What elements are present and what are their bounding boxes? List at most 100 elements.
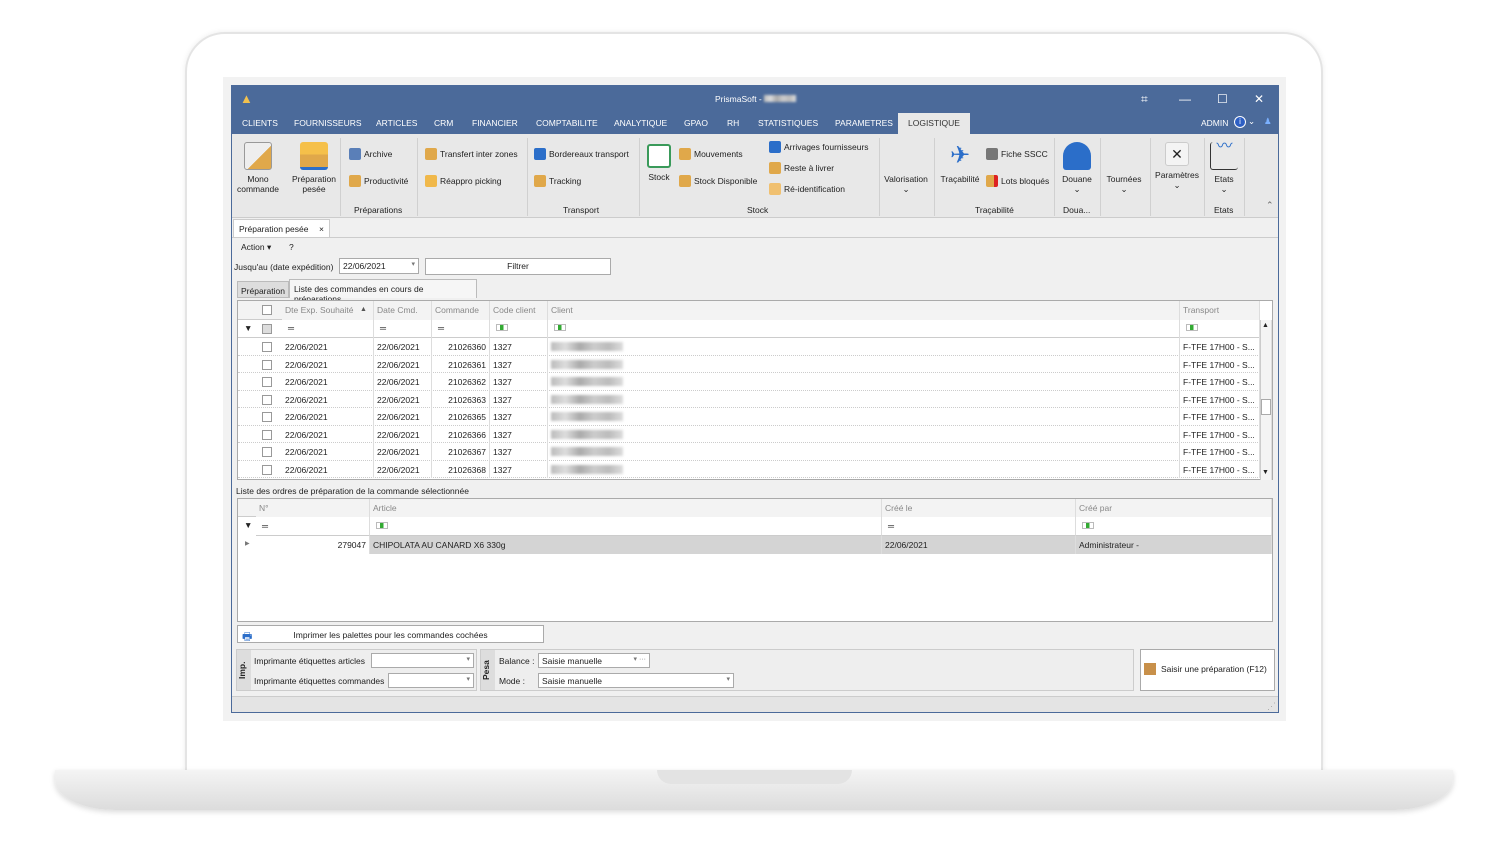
- info-icon[interactable]: i: [1234, 116, 1246, 128]
- parametres-dropdown[interactable]: ✕ Paramètres ⌄: [1152, 142, 1202, 190]
- menu-analytique[interactable]: ANALYTIQUE: [614, 118, 667, 128]
- printer-commandes-select[interactable]: ▾: [388, 673, 474, 688]
- filter-button[interactable]: Filtrer: [425, 258, 611, 275]
- mouvements-button[interactable]: Mouvements: [679, 148, 743, 160]
- filter-cell[interactable]: ═: [374, 320, 432, 338]
- reste-a-livrer-button[interactable]: Reste à livrer: [769, 162, 834, 174]
- column-header[interactable]: Client: [548, 301, 1180, 320]
- arrivages-button[interactable]: Arrivages fournisseurs: [769, 141, 869, 153]
- reappro-button[interactable]: Réappro picking: [425, 175, 501, 187]
- tab-liste-commandes[interactable]: Liste des commandes en cours de préparat…: [289, 279, 477, 304]
- row-checkbox[interactable]: [262, 447, 272, 457]
- menu-financier[interactable]: FINANCIER: [472, 118, 518, 128]
- filter-cell[interactable]: ═: [432, 320, 490, 338]
- menu-rh[interactable]: RH: [727, 118, 739, 128]
- column-header[interactable]: Date Cmd.: [374, 301, 432, 320]
- column-header[interactable]: Commande: [432, 301, 490, 320]
- maximize-button[interactable]: ☐: [1217, 92, 1228, 106]
- menu-fournisseurs[interactable]: FOURNISSEURS: [294, 118, 362, 128]
- fiche-sscc-button[interactable]: Fiche SSCC: [986, 148, 1048, 160]
- user-name[interactable]: ADMIN: [1201, 118, 1228, 128]
- arrivals-icon: [769, 141, 781, 153]
- column-header[interactable]: Créé le: [882, 499, 1076, 517]
- label: Tournées: [1106, 174, 1142, 184]
- row-checkbox[interactable]: [262, 464, 272, 475]
- doc-tab-preparation-pesee[interactable]: Préparation pesée ×: [233, 219, 330, 237]
- column-header[interactable]: Transport: [1180, 301, 1260, 320]
- close-button[interactable]: ✕: [1254, 92, 1264, 106]
- menu-gpao[interactable]: GPAO: [684, 118, 708, 128]
- productivite-button[interactable]: Productivité: [349, 175, 408, 187]
- row-checkbox[interactable]: [262, 412, 272, 422]
- close-tab-icon[interactable]: ×: [319, 224, 324, 234]
- filter-cell[interactable]: [490, 320, 548, 338]
- mode-select[interactable]: Saisie manuelle ▾: [538, 673, 734, 688]
- valorisation-dropdown[interactable]: Valorisation ⌄: [882, 174, 930, 194]
- row-checkbox[interactable]: [262, 429, 272, 440]
- column-header[interactable]: Créé par: [1076, 499, 1272, 517]
- action-menu[interactable]: Action ▾: [241, 242, 271, 253]
- date-input[interactable]: 22/06/2021 ▾: [339, 258, 419, 274]
- menu-articles[interactable]: ARTICLES: [376, 118, 417, 128]
- filter-cell[interactable]: [1180, 320, 1260, 338]
- label: Transfert inter zones: [440, 149, 518, 159]
- column-header[interactable]: Article: [370, 499, 882, 517]
- printer-articles-select[interactable]: ▾: [371, 653, 474, 668]
- douane-dropdown[interactable]: Douane ⌄: [1058, 142, 1096, 194]
- collapse-ribbon-icon[interactable]: ⌃: [1266, 200, 1274, 211]
- filter-cell[interactable]: [370, 517, 882, 536]
- transfert-button[interactable]: Transfert inter zones: [425, 148, 518, 160]
- etats-dropdown[interactable]: 〰 Etats ⌄: [1208, 139, 1240, 194]
- tab-preparation[interactable]: Préparation: [237, 281, 289, 298]
- menu-clients[interactable]: CLIENTS: [242, 118, 278, 128]
- chevron-down-icon[interactable]: ⌄: [1248, 116, 1255, 127]
- select-all-checkbox[interactable]: [262, 305, 272, 315]
- user-icon[interactable]: ♟: [1264, 116, 1272, 127]
- help-button[interactable]: ?: [289, 242, 294, 252]
- column-header[interactable]: N°: [256, 499, 370, 517]
- menu-statistiques[interactable]: STATISTIQUES: [758, 118, 818, 128]
- tournees-dropdown[interactable]: Tournées ⌄: [1102, 174, 1146, 194]
- stock-button[interactable]: Stock: [643, 144, 675, 182]
- archive-button[interactable]: Archive: [349, 148, 392, 160]
- bordereaux-button[interactable]: Bordereaux transport: [534, 148, 629, 160]
- row-checkbox[interactable]: [262, 359, 272, 370]
- mono-commande-button[interactable]: Mono commande: [236, 142, 280, 194]
- sort-asc-icon: ▲: [360, 306, 367, 313]
- filter-checkbox[interactable]: [262, 324, 272, 334]
- resize-grip-icon[interactable]: ⋰: [1267, 701, 1276, 712]
- menu-comptabilite[interactable]: COMPTABILITE: [536, 118, 598, 128]
- scroll-down-icon[interactable]: ▼: [1262, 469, 1269, 476]
- filter-icon[interactable]: ▼: [244, 323, 252, 333]
- lots-bloques-button[interactable]: Lots bloqués: [986, 175, 1049, 187]
- filter-cell[interactable]: ═: [282, 320, 374, 338]
- filter-cell[interactable]: ═: [256, 517, 370, 536]
- saisir-preparation-button[interactable]: Saisir une préparation (F12): [1140, 649, 1275, 691]
- menu-crm[interactable]: CRM: [434, 118, 453, 128]
- row-checkbox[interactable]: [262, 342, 272, 352]
- menu-logistique[interactable]: LOGISTIQUE: [898, 113, 970, 134]
- imp-tag: Imp.: [237, 650, 251, 690]
- column-header[interactable]: Code client: [490, 301, 548, 320]
- row-checkbox[interactable]: [262, 377, 272, 387]
- balance-select[interactable]: Saisie manuelle ▾ ···: [538, 653, 650, 668]
- preparation-pesee-button[interactable]: Préparation pesée: [290, 142, 338, 194]
- minimize-button[interactable]: —: [1179, 92, 1191, 106]
- table-cell: 22/06/2021: [282, 460, 374, 478]
- stock-disponible-button[interactable]: Stock Disponible: [679, 175, 757, 187]
- table-cell: [548, 390, 1180, 408]
- scroll-up-icon[interactable]: ▲: [1262, 322, 1269, 329]
- scrollbar-thumb[interactable]: [1261, 399, 1271, 415]
- tracabilite-button[interactable]: ✈ Traçabilité: [938, 142, 982, 184]
- print-pallets-button[interactable]: 🖶 Imprimer les palettes pour les commande…: [237, 625, 544, 643]
- filter-cell[interactable]: ═: [882, 517, 1076, 536]
- fullscreen-icon[interactable]: ⌗: [1141, 92, 1148, 107]
- archive-icon: [349, 148, 361, 160]
- menu-parametres[interactable]: PARAMETRES: [835, 118, 893, 128]
- filter-cell[interactable]: [548, 320, 1180, 338]
- row-checkbox[interactable]: [262, 394, 272, 405]
- tracking-button[interactable]: Tracking: [534, 175, 581, 187]
- filter-icon[interactable]: ▼: [244, 520, 252, 530]
- reidentification-button[interactable]: Ré-identification: [769, 183, 845, 195]
- filter-cell[interactable]: [1076, 517, 1272, 536]
